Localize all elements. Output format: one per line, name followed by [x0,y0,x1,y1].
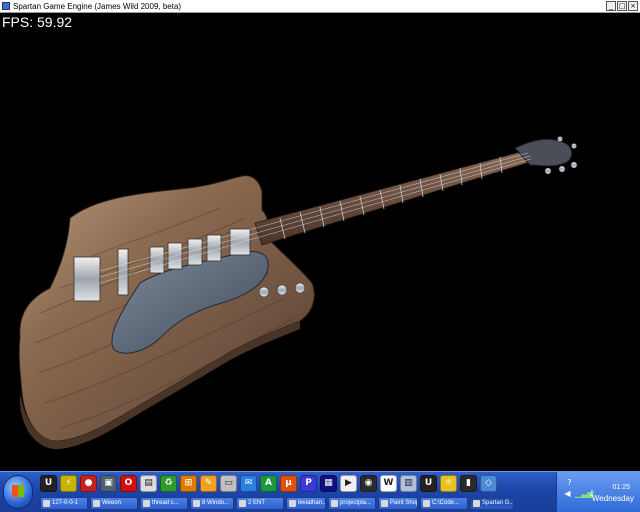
window-controls: _ □ × [606,1,638,11]
task-list: 127-0-0-1 Weeon thread c... 8 Windo... 2 ENT… [40,497,514,510]
tray-help-icon[interactable]: ? [565,478,574,487]
grid-icon[interactable]: ▥ [400,475,417,492]
minimize-button[interactable]: _ [606,1,616,11]
recycle-icon[interactable]: ♻ [160,475,177,492]
close-button[interactable]: × [628,1,638,11]
tone-knob-2 [294,282,306,294]
ue-icon[interactable]: U [40,475,57,492]
taskbar-button[interactable]: Spartan G... [470,497,514,510]
volume-knob [258,286,270,298]
vbox-icon[interactable]: ◇ [480,475,497,492]
tool-icon[interactable]: ▦ [320,475,337,492]
doc-icon[interactable]: W [380,475,397,492]
media-icon[interactable]: ▶ [340,475,357,492]
tone-knob [276,284,288,296]
sky-icon[interactable]: ☼ [440,475,457,492]
paint-icon[interactable]: ✎ [200,475,217,492]
taskbar-button[interactable]: 2 ENT [236,497,284,510]
taskbar-button[interactable]: Weeon [90,497,138,510]
app-icon[interactable] [2,2,10,10]
guitar-neck [254,149,534,246]
taskbar-button[interactable]: 8 Windo... [190,497,234,510]
fps-counter: FPS: 59.92 [2,14,73,30]
taskbar-button[interactable]: leviathan... [286,497,326,510]
bridge [117,248,129,296]
network-status-icon[interactable]: ▁▃▅ [575,489,593,498]
tray-arrow-icon[interactable]: ◀ [563,489,572,498]
file-icon[interactable]: ▭ [220,475,237,492]
start-button[interactable] [3,475,33,509]
window-title: Spartan Game Engine (James Wild 2009, be… [13,2,182,11]
windows-logo-icon [12,485,24,497]
chat-icon[interactable]: ✉ [240,475,257,492]
guitar-render [18,136,578,450]
taskbar-button[interactable]: projectpla... [328,497,376,510]
clock-day: Wednesday [591,494,634,503]
quick-launch-bar: U ⚡ ● ▣ O ▤ ♻ ⊞ ✎ ▭ ✉ Aµ P ▦ ▶ ◉ W ▥ U ☼ ▮ ◇ [40,475,497,495]
taskbar: U ⚡ ● ▣ O ▤ ♻ ⊞ ✎ ▭ ✉ Aµ P ▦ ▶ ◉ W ▥ U ☼ ▮ ◇ 127-0-0-1 Weeon th… [0,471,640,512]
flashget-icon[interactable]: ● [80,475,97,492]
winamp-icon[interactable]: ⚡ [60,475,77,492]
maximize-button[interactable]: □ [617,1,627,11]
app-icon[interactable]: A [260,475,277,492]
render-viewport[interactable]: FPS: 59.92 [0,13,640,471]
taskbar-button[interactable]: Paint Shop... [378,497,418,510]
windows-icon[interactable]: ⊞ [180,475,197,492]
system-tray: ? ◀ ▁▃▅ ♪ 01:25 Wednesday [556,472,640,512]
clock-time[interactable]: 01:25 [612,484,630,491]
taskbar-button[interactable]: thread c... [140,497,188,510]
ue2-icon[interactable]: U [420,475,437,492]
game-icon[interactable]: ▮ [460,475,477,492]
chart-icon[interactable]: ▤ [140,475,157,492]
disc-icon[interactable]: ◉ [360,475,377,492]
title-bar: Spartan Game Engine (James Wild 2009, be… [0,0,640,13]
opera-icon[interactable]: O [120,475,137,492]
taskbar-button[interactable]: 127-0-0-1 [40,497,88,510]
torrent-icon[interactable]: µ [280,475,297,492]
network-icon[interactable]: ▣ [100,475,117,492]
paint-shop-icon[interactable]: P [300,475,317,492]
taskbar-button[interactable]: C:\Code... [420,497,468,510]
